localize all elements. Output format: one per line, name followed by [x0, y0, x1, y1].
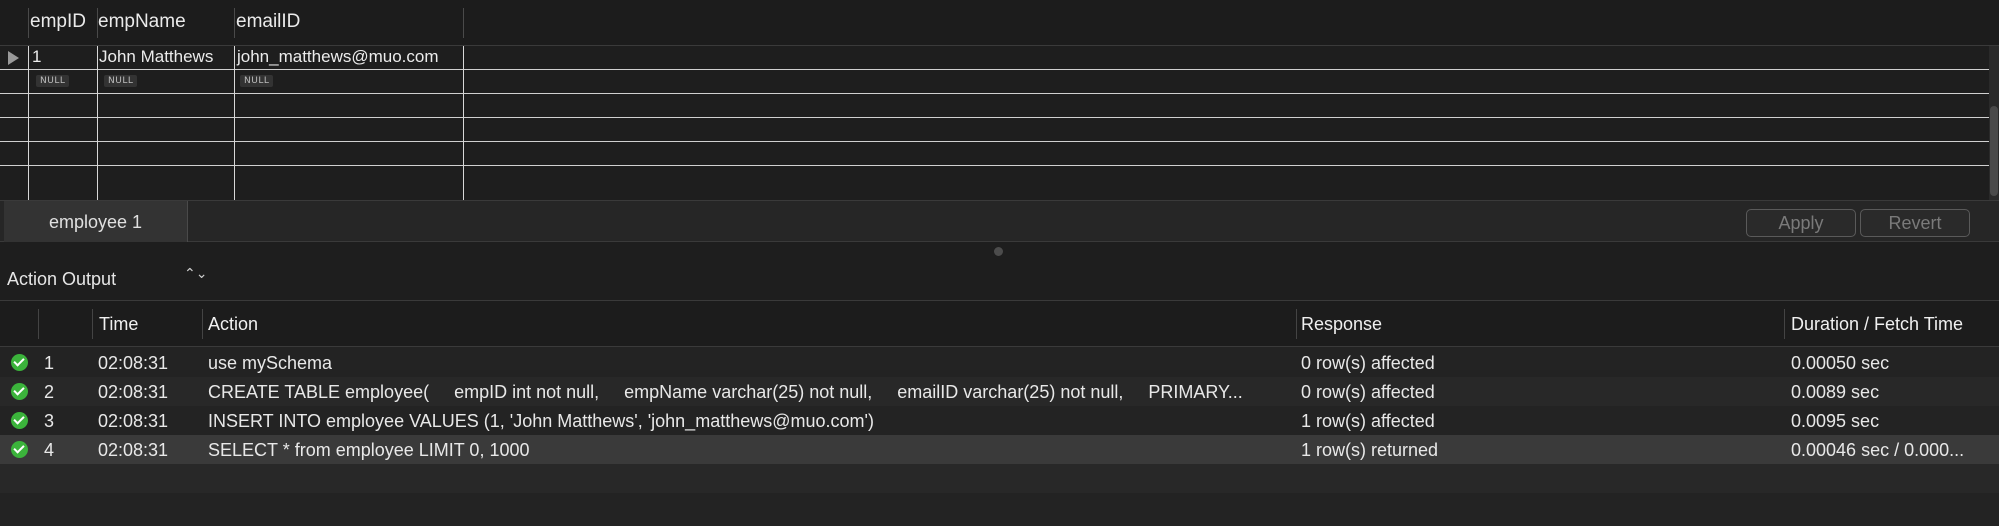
tab-employee-1[interactable]: employee 1	[4, 201, 188, 242]
result-tab-bar: employee 1 Apply Revert	[0, 200, 1999, 242]
output-response: 0 row(s) affected	[1301, 382, 1435, 402]
column-header-emailid[interactable]: emailID	[236, 11, 300, 33]
success-check-icon	[11, 383, 28, 400]
success-check-icon	[11, 354, 28, 371]
output-row-number: 2	[44, 382, 55, 402]
output-action: INSERT INTO employee VALUES (1, 'John Ma…	[208, 411, 874, 431]
grid-cell-empid[interactable]: 1	[32, 47, 41, 67]
output-row-number: 1	[44, 353, 55, 373]
column-header-duration[interactable]: Duration / Fetch Time	[1791, 314, 1963, 335]
grid-cell-empname[interactable]: John Matthews	[99, 47, 213, 67]
header-divider	[92, 309, 93, 339]
output-row-selected[interactable]: 4 02:08:31 SELECT * from employee LIMIT …	[0, 435, 1999, 464]
column-line	[234, 46, 235, 200]
output-row[interactable]: 2 02:08:31 CREATE TABLE employee( empID …	[0, 377, 1999, 406]
grid-row-empty	[0, 142, 1999, 166]
grid-cell-emailid[interactable]: john_matthews@muo.com	[237, 47, 439, 67]
grid-row-empty	[0, 166, 1999, 190]
null-badge[interactable]: NULL	[36, 75, 70, 87]
apply-button[interactable]: Apply	[1746, 209, 1856, 237]
tab-label: employee 1	[48, 212, 143, 232]
row-pointer-icon	[8, 51, 19, 65]
header-divider	[38, 309, 39, 339]
output-time: 02:08:31	[98, 440, 169, 460]
success-check-icon	[11, 412, 28, 429]
revert-button[interactable]: Revert	[1860, 209, 1970, 237]
header-divider	[463, 8, 464, 38]
updown-chevron-icon[interactable]: ⌃⌄	[184, 266, 207, 280]
scrollbar-thumb[interactable]	[1990, 106, 1998, 196]
output-response: 1 row(s) returned	[1301, 440, 1439, 460]
output-time: 02:08:31	[98, 382, 169, 402]
output-table-header: Time Action Response Duration / Fetch Ti…	[0, 301, 1999, 347]
null-badge[interactable]: NULL	[104, 75, 138, 87]
output-duration: 0.0089 sec	[1791, 382, 1880, 402]
grid-row-new[interactable]: NULL NULL NULL	[0, 70, 1999, 94]
header-divider	[28, 8, 29, 38]
action-output-header: Action Output ⌃⌄	[0, 262, 1999, 298]
output-response: 0 row(s) affected	[1301, 353, 1435, 373]
output-row[interactable]: 1 02:08:31 use mySchema 0 row(s) affecte…	[0, 348, 1999, 377]
output-row-number: 3	[44, 411, 55, 431]
column-line	[97, 46, 98, 200]
header-divider	[202, 309, 203, 339]
output-response: 1 row(s) affected	[1301, 411, 1435, 431]
output-action: CREATE TABLE employee( empID int not nul…	[208, 382, 1243, 402]
output-duration: 0.0095 sec	[1791, 411, 1880, 431]
success-check-icon	[11, 441, 28, 458]
output-duration: 0.00046 sec / 0.000...	[1791, 440, 1965, 460]
column-line	[28, 46, 29, 200]
output-time: 02:08:31	[98, 411, 169, 431]
grid-vertical-scrollbar[interactable]	[1989, 46, 1999, 200]
null-badge[interactable]: NULL	[240, 75, 274, 87]
grid-row-empty	[0, 94, 1999, 118]
output-type-selector[interactable]: Action Output	[7, 269, 116, 290]
header-divider	[1296, 309, 1297, 339]
output-duration: 0.00050 sec	[1791, 353, 1890, 373]
column-line	[463, 46, 464, 200]
output-row-number: 4	[44, 440, 55, 460]
output-action: use mySchema	[208, 353, 333, 373]
column-header-action[interactable]: Action	[208, 314, 258, 335]
output-time: 02:08:31	[98, 353, 169, 373]
grid-row[interactable]: 1 John Matthews john_matthews@muo.com	[0, 46, 1999, 70]
result-grid-header: empID empName emailID	[0, 0, 1999, 46]
output-action: SELECT * from employee LIMIT 0, 1000	[208, 440, 530, 460]
column-header-response[interactable]: Response	[1301, 314, 1382, 335]
header-divider	[234, 8, 235, 38]
column-header-empname[interactable]: empName	[98, 11, 186, 33]
grid-row-empty	[0, 118, 1999, 142]
result-grid[interactable]: empID empName emailID 1 John Matthews jo…	[0, 0, 1999, 200]
action-output-table[interactable]: Time Action Response Duration / Fetch Ti…	[0, 300, 1999, 526]
column-header-empid[interactable]: empID	[30, 11, 86, 33]
output-row-empty	[0, 464, 1999, 493]
header-divider	[1784, 309, 1785, 339]
panel-splitter-handle[interactable]	[994, 247, 1003, 256]
column-header-time[interactable]: Time	[99, 314, 138, 335]
output-row[interactable]: 3 02:08:31 INSERT INTO employee VALUES (…	[0, 406, 1999, 435]
